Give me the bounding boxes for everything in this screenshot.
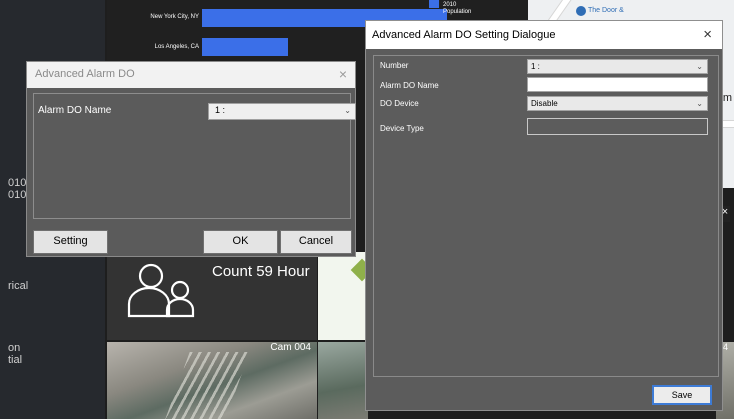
do-device-label: DO Device	[380, 99, 419, 108]
bar-los-angeles	[202, 38, 288, 56]
camera-label: Cam 004	[270, 342, 311, 353]
alarm-do-name-label: Alarm DO Name	[38, 105, 112, 116]
legend-swatch	[429, 0, 439, 8]
side-label: on	[8, 342, 21, 354]
dialog-titlebar: Advanced Alarm DO ×	[27, 62, 355, 88]
number-select[interactable]: 1 : ⌄	[527, 59, 708, 74]
close-icon[interactable]: ×	[339, 66, 347, 82]
count-tile: Count 59 Hour	[107, 252, 317, 340]
advanced-alarm-do-dialog: Advanced Alarm DO × Alarm DO Name 1 : ⌄ …	[26, 61, 356, 257]
alarm-do-setting-dialog: Advanced Alarm DO Setting Dialogue × Num…	[365, 20, 723, 411]
alarm-do-name-input[interactable]	[527, 77, 708, 92]
map-pin-icon	[576, 6, 586, 16]
dialog-title: Advanced Alarm DO Setting Dialogue	[372, 29, 556, 41]
legend-label: 2010	[443, 2, 457, 8]
chevron-down-icon: ⌄	[344, 106, 351, 115]
chevron-down-icon: ⌄	[696, 62, 703, 71]
ok-button[interactable]: OK	[203, 230, 278, 254]
settings-form: Number 1 : ⌄ Alarm DO Name DO Device Dis…	[373, 55, 719, 377]
device-type-label: Device Type	[380, 124, 424, 133]
camera-feed[interactable]: Cam 004	[107, 342, 317, 419]
do-device-select[interactable]: Disable ⌄	[527, 96, 708, 111]
side-label: 010	[8, 177, 27, 189]
cancel-button[interactable]: Cancel	[280, 230, 352, 254]
chevron-down-icon: ⌄	[696, 99, 703, 108]
close-icon[interactable]: ×	[703, 26, 712, 43]
bar-category-label: New York City, NY	[150, 14, 199, 20]
map-tile	[318, 252, 374, 340]
dialog-titlebar: Advanced Alarm DO Setting Dialogue ×	[366, 21, 722, 49]
alarm-do-name-select[interactable]: 1 : ⌄	[208, 103, 356, 120]
side-label: tial	[8, 354, 23, 366]
bar-category-label: Los Angeles, CA	[154, 44, 199, 50]
count-label: Count 59 Hour	[212, 263, 310, 280]
camera-feed[interactable]	[318, 342, 368, 419]
number-label: Number	[380, 61, 409, 70]
select-value: 1 :	[531, 62, 540, 71]
device-type-field	[527, 118, 708, 135]
save-button[interactable]: Save	[652, 385, 712, 405]
side-label: 010	[8, 189, 27, 201]
dialog-title: Advanced Alarm DO	[35, 68, 135, 80]
select-value: 1 :	[215, 105, 226, 115]
select-value: Disable	[531, 99, 558, 108]
people-group-icon	[127, 263, 195, 318]
side-label: rical	[8, 280, 29, 292]
crosswalk-graphic	[164, 352, 250, 419]
map-place-label: The Door &	[588, 7, 624, 14]
legend-label: Population	[443, 9, 472, 15]
setting-button[interactable]: Setting	[33, 230, 108, 254]
map-side-text: m	[722, 92, 732, 104]
alarm-do-list-panel: Alarm DO Name 1 : ⌄	[33, 93, 356, 219]
alarm-do-name-label: Alarm DO Name	[380, 81, 439, 90]
